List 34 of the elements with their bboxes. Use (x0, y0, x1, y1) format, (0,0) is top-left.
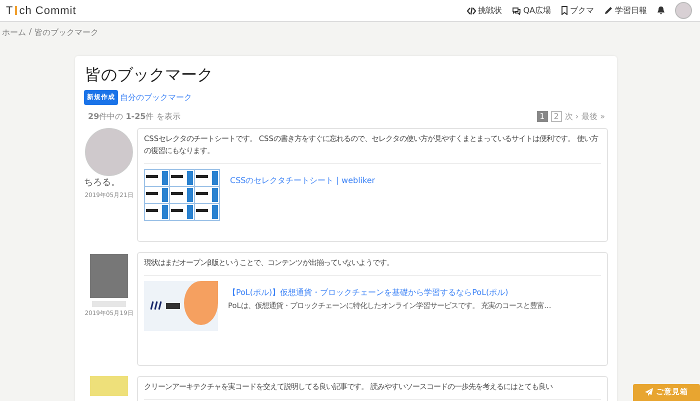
nav-link[interactable]: ブクマ (561, 5, 594, 16)
code-icon (467, 6, 476, 14)
my-bookmarks-link[interactable]: 自分のブックマーク (120, 92, 192, 103)
nav-link[interactable]: 挑戦状 (467, 5, 502, 16)
paper-plane-icon (645, 388, 653, 396)
bookmark-icon (561, 6, 568, 15)
cursor-icon (15, 6, 18, 15)
breadcrumb-current: 皆のブックマーク (34, 27, 99, 38)
link-title[interactable]: 【PoL(ポル)】仮想通貨・ブロックチェーンを基礎から学習するならPoL(ポル) (228, 288, 508, 297)
bell-icon (657, 6, 665, 15)
mascot-logo-thumbnail[interactable] (144, 280, 218, 331)
user-name[interactable]: ちろる。 (84, 176, 120, 189)
page-link[interactable]: 2 (550, 111, 562, 122)
chat-icon (512, 6, 522, 14)
cheatsheet-thumbnail[interactable] (144, 168, 220, 221)
next-link[interactable]: 次 › (564, 111, 579, 122)
page-title: 皆のブックマーク (85, 65, 214, 86)
blurred-avatar (90, 254, 128, 298)
blurred-avatar (90, 376, 128, 396)
link-title[interactable]: CSSのセレクタチートシート | webliker (230, 176, 376, 185)
blurred-username (92, 301, 126, 307)
last-link[interactable]: 最後 » (582, 111, 605, 122)
site-logo[interactable]: T ch Commit (6, 4, 76, 16)
logo-text: ch Commit (19, 4, 76, 16)
user-avatar (85, 128, 133, 176)
breadcrumb-separator: / (29, 27, 32, 38)
nav-link[interactable]: 学習日報 (604, 5, 647, 16)
pencil-icon (604, 6, 613, 15)
result-summary: 29件中の 1-25件 を表示 (88, 111, 180, 122)
nav-link[interactable]: QA広場 (512, 5, 551, 16)
logo-text: T (6, 4, 14, 16)
page-link[interactable]: 1 (536, 111, 548, 122)
breadcrumb-link[interactable]: ホーム (2, 27, 26, 38)
nav-link[interactable] (657, 6, 665, 15)
